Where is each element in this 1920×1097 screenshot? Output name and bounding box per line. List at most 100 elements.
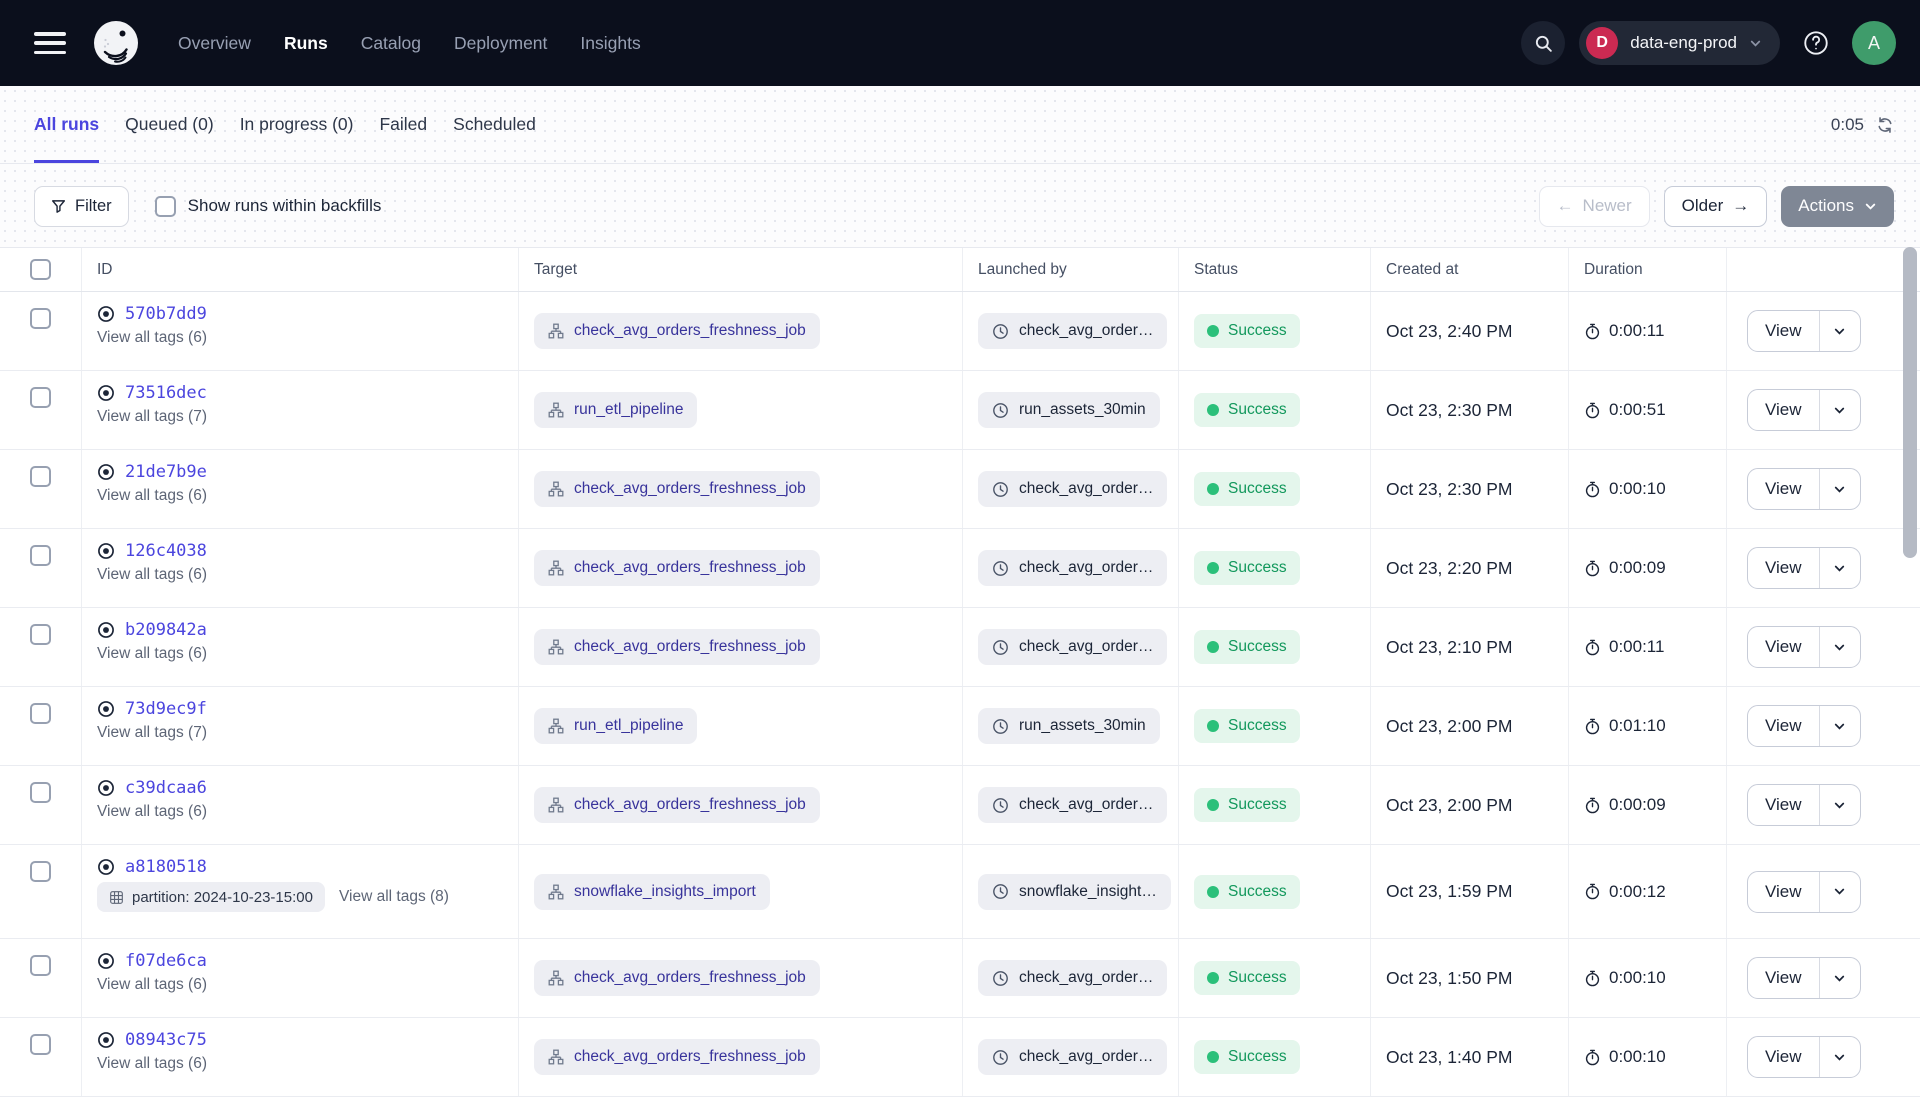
vertical-scrollbar[interactable] [1903, 247, 1917, 558]
view-dropdown-button[interactable] [1820, 548, 1860, 588]
view-all-tags-link[interactable]: View all tags (6) [97, 976, 207, 994]
nav-link-insights[interactable]: Insights [580, 33, 640, 54]
row-checkbox[interactable] [30, 1034, 51, 1055]
newer-button[interactable]: ← Newer [1539, 186, 1650, 227]
view-button[interactable]: View [1748, 1037, 1820, 1077]
view-all-tags-link[interactable]: View all tags (6) [97, 487, 207, 505]
view-all-tags-link[interactable]: View all tags (6) [97, 1055, 207, 1073]
target-pill[interactable]: check_avg_orders_freshness_job [534, 550, 820, 586]
view-button[interactable]: View [1748, 627, 1820, 667]
target-pill[interactable]: run_etl_pipeline [534, 392, 697, 428]
nav-link-catalog[interactable]: Catalog [361, 33, 421, 54]
target-pill[interactable]: check_avg_orders_freshness_job [534, 313, 820, 349]
launched-by-pill[interactable]: check_avg_order… [978, 471, 1167, 507]
row-checkbox[interactable] [30, 545, 51, 566]
view-all-tags-link[interactable]: View all tags (6) [97, 329, 207, 347]
launched-by-pill[interactable]: check_avg_order… [978, 1039, 1167, 1075]
older-button[interactable]: Older → [1664, 186, 1768, 227]
launched-by-pill[interactable]: check_avg_order… [978, 550, 1167, 586]
view-all-tags-link[interactable]: View all tags (7) [97, 724, 207, 742]
tab-in-progress[interactable]: In progress (0) [240, 86, 354, 163]
view-button[interactable]: View [1748, 872, 1820, 912]
row-checkbox[interactable] [30, 861, 51, 882]
row-checkbox[interactable] [30, 466, 51, 487]
run-id-link[interactable]: 21de7b9e [125, 462, 207, 482]
user-avatar[interactable]: A [1852, 21, 1896, 65]
view-dropdown-button[interactable] [1820, 469, 1860, 509]
help-button[interactable] [1794, 21, 1838, 65]
row-checkbox[interactable] [30, 955, 51, 976]
view-button[interactable]: View [1748, 469, 1820, 509]
view-all-tags-link[interactable]: View all tags (6) [97, 645, 207, 663]
clock-icon [992, 718, 1009, 735]
run-id-link[interactable]: 126c4038 [125, 541, 207, 561]
nav-link-deployment[interactable]: Deployment [454, 33, 547, 54]
view-all-tags-link[interactable]: View all tags (6) [97, 566, 207, 584]
target-pill[interactable]: check_avg_orders_freshness_job [534, 960, 820, 996]
target-pill[interactable]: check_avg_orders_freshness_job [534, 1039, 820, 1075]
view-button[interactable]: View [1748, 958, 1820, 998]
actions-button[interactable]: Actions [1781, 186, 1894, 227]
view-all-tags-link[interactable]: View all tags (6) [97, 803, 207, 821]
tab-queued[interactable]: Queued (0) [125, 86, 214, 163]
view-dropdown-button[interactable] [1820, 785, 1860, 825]
row-checkbox[interactable] [30, 308, 51, 329]
run-target-icon [97, 621, 115, 639]
target-pill[interactable]: check_avg_orders_freshness_job [534, 471, 820, 507]
view-dropdown-button[interactable] [1820, 1037, 1860, 1077]
view-dropdown-button[interactable] [1820, 958, 1860, 998]
launched-by-pill[interactable]: check_avg_order… [978, 629, 1167, 665]
view-dropdown-button[interactable] [1820, 706, 1860, 746]
partition-tag[interactable]: partition: 2024-10-23-15:00 [97, 882, 325, 912]
view-button[interactable]: View [1748, 390, 1820, 430]
view-button[interactable]: View [1748, 706, 1820, 746]
launched-by-pill[interactable]: check_avg_order… [978, 960, 1167, 996]
run-id-link[interactable]: 570b7dd9 [125, 304, 207, 324]
view-all-tags-link[interactable]: View all tags (7) [97, 408, 207, 426]
launched-by-pill[interactable]: run_assets_30min [978, 392, 1160, 428]
view-button[interactable]: View [1748, 311, 1820, 351]
run-id-link[interactable]: 73516dec [125, 383, 207, 403]
view-button[interactable]: View [1748, 548, 1820, 588]
row-checkbox[interactable] [30, 782, 51, 803]
launched-by-pill[interactable]: run_assets_30min [978, 708, 1160, 744]
stopwatch-icon [1584, 481, 1601, 498]
run-id-link[interactable]: f07de6ca [125, 951, 207, 971]
search-button[interactable] [1521, 21, 1565, 65]
view-dropdown-button[interactable] [1820, 627, 1860, 667]
filter-button[interactable]: Filter [34, 186, 129, 227]
tab-scheduled[interactable]: Scheduled [453, 86, 536, 163]
launched-by-pill[interactable]: snowflake_insight… [978, 874, 1171, 910]
select-all-checkbox[interactable] [30, 259, 51, 280]
table-row: f07de6ca View all tags (6) check_avg_ord… [0, 939, 1920, 1018]
target-pill[interactable]: check_avg_orders_freshness_job [534, 629, 820, 665]
view-dropdown-button[interactable] [1820, 872, 1860, 912]
show-backfills-checkbox[interactable] [155, 196, 176, 217]
target-pill[interactable]: check_avg_orders_freshness_job [534, 787, 820, 823]
launched-by-pill[interactable]: check_avg_order… [978, 313, 1167, 349]
tab-all-runs[interactable]: All runs [34, 86, 99, 163]
target-pill[interactable]: snowflake_insights_import [534, 874, 770, 910]
run-id-link[interactable]: b209842a [125, 620, 207, 640]
workspace-switcher[interactable]: D data-eng-prod [1579, 21, 1780, 65]
tab-failed[interactable]: Failed [379, 86, 427, 163]
run-id-link[interactable]: c39dcaa6 [125, 778, 207, 798]
nav-link-runs[interactable]: Runs [284, 33, 328, 54]
run-id-link[interactable]: 08943c75 [125, 1030, 207, 1050]
view-dropdown-button[interactable] [1820, 311, 1860, 351]
run-id-link[interactable]: 73d9ec9f [125, 699, 207, 719]
row-checkbox[interactable] [30, 624, 51, 645]
launched-by-pill[interactable]: check_avg_order… [978, 787, 1167, 823]
view-button[interactable]: View [1748, 785, 1820, 825]
refresh-icon[interactable] [1876, 116, 1894, 134]
target-pill[interactable]: run_etl_pipeline [534, 708, 697, 744]
row-checkbox[interactable] [30, 703, 51, 724]
run-id-link[interactable]: a8180518 [125, 857, 207, 877]
row-checkbox[interactable] [30, 387, 51, 408]
workspace-name: data-eng-prod [1630, 33, 1737, 53]
view-all-tags-link[interactable]: View all tags (8) [339, 888, 449, 906]
dagster-logo-icon[interactable] [92, 19, 140, 67]
hamburger-menu-icon[interactable] [34, 32, 66, 54]
view-dropdown-button[interactable] [1820, 390, 1860, 430]
nav-link-overview[interactable]: Overview [178, 33, 251, 54]
